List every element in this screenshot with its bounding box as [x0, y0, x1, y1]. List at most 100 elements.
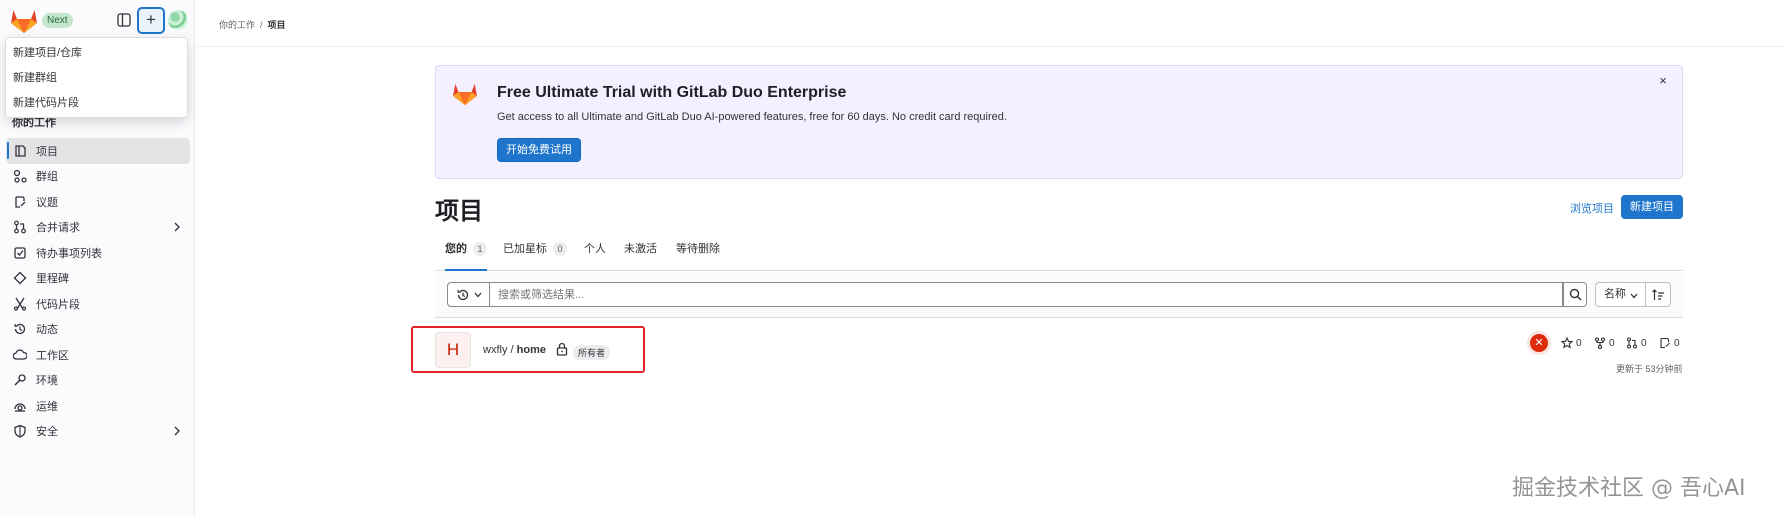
sidebar-item-label: 议题	[36, 196, 58, 209]
history-icon	[14, 324, 26, 335]
banner-title: Free Ultimate Trial with GitLab Duo Ente…	[497, 84, 847, 101]
sidebar-item-label: 待办事项列表	[36, 247, 102, 260]
user-avatar[interactable]	[168, 10, 188, 30]
project-avatar[interactable]: H	[435, 332, 471, 368]
merge-request-icon	[14, 220, 26, 234]
sidebar-item-todos[interactable]: 待办事项列表	[6, 240, 190, 266]
pipeline-failed-icon[interactable]: ✕	[1530, 334, 1548, 352]
sidebar-nav: 项目 群组 议题 合并请求 待办事项列表 里程碑 代码片段 动态 工作区 环境 …	[6, 138, 190, 444]
sidebar-item-label: 里程碑	[36, 273, 69, 286]
tab-label: 您的	[445, 243, 467, 255]
breadcrumb-current[interactable]: 项目	[268, 20, 286, 30]
lock-icon	[556, 342, 568, 356]
todo-icon	[14, 247, 26, 259]
project-tabs: 您的 1 已加星标 0 个人 未激活 等待删除	[435, 236, 1683, 271]
stars-count[interactable]: 0	[1561, 336, 1582, 350]
sidebar-item-projects[interactable]: 项目	[6, 138, 190, 164]
merge-requests-value: 0	[1641, 337, 1647, 349]
merge-requests-count[interactable]: 0	[1626, 336, 1647, 350]
sidebar-item-label: 项目	[36, 145, 58, 158]
browse-projects-link[interactable]: 浏览项目	[1570, 200, 1614, 216]
sidebar-item-environments[interactable]: 环境	[6, 368, 190, 394]
sidebar-item-milestones[interactable]: 里程碑	[6, 266, 190, 292]
breadcrumb: 你的工作 / 项目	[219, 18, 286, 31]
sidebar-item-label: 动态	[36, 324, 58, 337]
create-new-button[interactable]: +	[137, 7, 165, 34]
menu-item-new-group[interactable]: 新建群组	[6, 66, 187, 91]
gitlab-logo-icon	[453, 83, 477, 106]
tab-inactive[interactable]: 未激活	[624, 236, 657, 271]
sidebar-item-workspaces[interactable]: 工作区	[6, 342, 190, 368]
sidebar-item-snippets[interactable]: 代码片段	[6, 291, 190, 317]
gitlab-logo-icon[interactable]	[10, 8, 38, 34]
project-icon	[15, 145, 26, 157]
issues-count[interactable]: 0	[1659, 336, 1680, 350]
role-badge: 所有者	[573, 345, 611, 360]
tab-label: 已加星标	[503, 243, 547, 255]
sidebar-item-label: 安全	[36, 426, 58, 439]
banner-text: Get access to all Ultimate and GitLab Du…	[497, 111, 1007, 123]
chevron-right-icon	[174, 426, 180, 435]
breadcrumb-separator: /	[260, 20, 263, 30]
next-badge[interactable]: Next	[42, 13, 73, 28]
fork-icon	[1594, 337, 1606, 349]
sidebar-item-label: 群组	[36, 171, 58, 184]
group-icon	[13, 170, 27, 183]
create-new-menu: 新建项目/仓库 新建群组 新建代码片段	[5, 37, 188, 118]
forks-value: 0	[1609, 337, 1615, 349]
snippet-icon	[13, 297, 27, 311]
search-icon	[1569, 288, 1582, 301]
merge-request-icon	[1626, 337, 1638, 349]
sort-dropdown[interactable]: 名称	[1595, 282, 1646, 307]
watermark: 掘金技术社区 @ 吾心AI	[1512, 476, 1746, 501]
sidebar: Next + 你的工作 项目 群组 议题 合并请求 待办事项列表 里程碑 代码片…	[0, 0, 195, 516]
new-project-button[interactable]: 新建项目	[1621, 195, 1683, 219]
chevron-right-icon	[174, 222, 180, 231]
sidebar-item-label: 工作区	[36, 349, 69, 362]
updated-time: 更新于 53分钟前	[1616, 364, 1683, 374]
search-button[interactable]	[1563, 282, 1587, 307]
chevron-down-icon	[474, 292, 482, 298]
project-namespace: wxfly	[483, 344, 508, 356]
issues-icon	[15, 196, 26, 208]
sidebar-item-label: 代码片段	[36, 298, 80, 311]
sort-label: 名称	[1604, 288, 1626, 300]
star-icon	[1561, 337, 1573, 349]
issues-value: 0	[1674, 337, 1680, 349]
stars-value: 0	[1576, 337, 1582, 349]
sidebar-toggle-icon[interactable]	[116, 12, 132, 28]
history-icon	[457, 289, 469, 301]
forks-count[interactable]: 0	[1594, 336, 1615, 350]
tab-label: 个人	[584, 243, 606, 255]
chevron-down-icon	[1630, 293, 1638, 299]
sidebar-item-issues[interactable]: 议题	[6, 189, 190, 215]
trial-banner: Free Ultimate Trial with GitLab Duo Ente…	[435, 65, 1683, 179]
sidebar-item-label: 合并请求	[36, 222, 80, 235]
menu-item-new-project[interactable]: 新建项目/仓库	[6, 41, 187, 66]
start-trial-button[interactable]: 开始免费试用	[497, 138, 581, 162]
sidebar-item-merge-requests[interactable]: 合并请求	[6, 215, 190, 241]
breadcrumb-parent[interactable]: 你的工作	[219, 20, 255, 30]
sort-direction-button[interactable]	[1646, 282, 1671, 307]
filter-bar: 名称	[435, 272, 1683, 318]
tab-yours[interactable]: 您的 1	[445, 236, 487, 271]
shield-icon	[14, 425, 26, 438]
sidebar-item-operations[interactable]: 运维	[6, 393, 190, 419]
tab-starred[interactable]: 已加星标 0	[503, 236, 567, 271]
menu-item-new-snippet[interactable]: 新建代码片段	[6, 91, 187, 116]
project-link[interactable]: wxfly / home	[483, 344, 546, 356]
environment-icon	[14, 374, 26, 386]
tab-personal[interactable]: 个人	[584, 236, 606, 271]
project-row: H wxfly / home 所有者	[435, 332, 1683, 370]
tab-count: 0	[553, 242, 567, 256]
search-input[interactable]	[489, 282, 1563, 307]
close-icon[interactable]: ×	[1656, 74, 1670, 88]
sidebar-item-activity[interactable]: 动态	[6, 317, 190, 343]
page-title: 项目	[435, 198, 483, 225]
header-divider	[196, 46, 1786, 47]
recent-searches-button[interactable]	[447, 282, 489, 307]
tab-count: 1	[473, 242, 487, 256]
tab-pending-deletion[interactable]: 等待删除	[676, 236, 720, 271]
sidebar-item-security[interactable]: 安全	[6, 419, 190, 445]
sidebar-item-groups[interactable]: 群组	[6, 164, 190, 190]
